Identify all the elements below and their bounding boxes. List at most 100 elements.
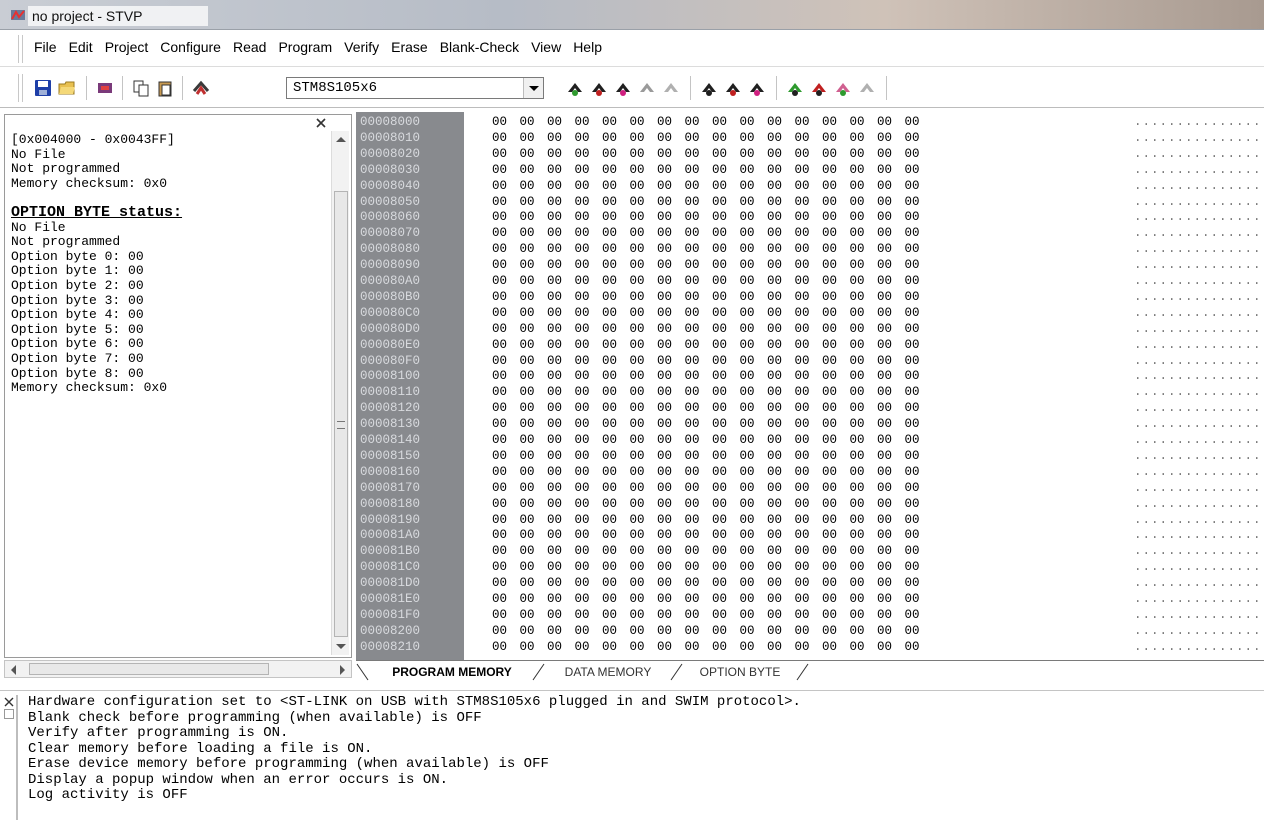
memory-row[interactable]: 00008070 00 00 00 00 00 00 00 00 00 00 00… [356,227,1264,240]
info-panel-hscrollbar[interactable] [4,660,352,678]
memory-row[interactable]: 000080D0 00 00 00 00 00 00 00 00 00 00 00… [356,322,1264,335]
memory-row[interactable]: 00008120 00 00 00 00 00 00 00 00 00 00 00… [356,402,1264,415]
menu-item-blank-check[interactable]: Blank-Check [440,39,519,55]
memory-row[interactable]: 000081E0 00 00 00 00 00 00 00 00 00 00 00… [356,593,1264,606]
memory-row[interactable]: 00008180 00 00 00 00 00 00 00 00 00 00 00… [356,497,1264,510]
menu-item-project[interactable]: Project [105,39,149,55]
menu-item-program[interactable]: Program [278,39,332,55]
memory-bytes[interactable]: 00 00 00 00 00 00 00 00 00 00 00 00 00 0… [492,402,920,415]
memory-bytes[interactable]: 00 00 00 00 00 00 00 00 00 00 00 00 00 0… [492,609,920,622]
memory-row[interactable]: 000081A0 00 00 00 00 00 00 00 00 00 00 00… [356,529,1264,542]
memory-row[interactable]: 00008030 00 00 00 00 00 00 00 00 00 00 00… [356,163,1264,176]
program-option-icon[interactable] [748,79,766,97]
memory-bytes[interactable]: 00 00 00 00 00 00 00 00 00 00 00 00 00 0… [492,116,920,129]
tab-data-memory[interactable]: DATA MEMORY [542,663,674,681]
memory-bytes[interactable]: 00 00 00 00 00 00 00 00 00 00 00 00 00 0… [492,434,920,447]
close-icon[interactable] [4,697,14,707]
memory-bytes[interactable]: 00 00 00 00 00 00 00 00 00 00 00 00 00 0… [492,370,920,383]
memory-bytes[interactable]: 00 00 00 00 00 00 00 00 00 00 00 00 00 0… [492,163,920,176]
memory-bytes[interactable]: 00 00 00 00 00 00 00 00 00 00 00 00 00 0… [492,132,920,145]
memory-row[interactable]: 00008150 00 00 00 00 00 00 00 00 00 00 00… [356,450,1264,463]
memory-bytes[interactable]: 00 00 00 00 00 00 00 00 00 00 00 00 00 0… [492,243,920,256]
read-option-icon[interactable] [614,79,632,97]
memory-bytes[interactable]: 00 00 00 00 00 00 00 00 00 00 00 00 00 0… [492,466,920,479]
chevron-down-icon[interactable] [523,78,543,98]
memory-bytes[interactable]: 00 00 00 00 00 00 00 00 00 00 00 00 00 0… [492,513,920,526]
program-all-icon[interactable] [700,79,718,97]
memory-row[interactable]: 00008040 00 00 00 00 00 00 00 00 00 00 00… [356,179,1264,192]
memory-row[interactable]: 00008000 00 00 00 00 00 00 00 00 00 00 00… [356,116,1264,129]
save-icon[interactable] [34,79,52,97]
menu-item-configure[interactable]: Configure [160,39,221,55]
menubar-grip[interactable] [18,35,23,63]
memory-bytes[interactable]: 00 00 00 00 00 00 00 00 00 00 00 00 00 0… [492,561,920,574]
memory-bytes[interactable]: 00 00 00 00 00 00 00 00 00 00 00 00 00 0… [492,259,920,272]
scroll-left-icon[interactable] [11,665,16,675]
memory-row[interactable]: 000080F0 00 00 00 00 00 00 00 00 00 00 00… [356,354,1264,367]
memory-row[interactable]: 00008010 00 00 00 00 00 00 00 00 00 00 00… [356,132,1264,145]
memory-bytes[interactable]: 00 00 00 00 00 00 00 00 00 00 00 00 00 0… [492,577,920,590]
memory-bytes[interactable]: 00 00 00 00 00 00 00 00 00 00 00 00 00 0… [492,338,920,351]
scroll-up-icon[interactable] [336,137,346,142]
menu-item-read[interactable]: Read [233,39,266,55]
verify-current-icon[interactable] [810,79,828,97]
memory-view[interactable]: 00008000 00 00 00 00 00 00 00 00 00 00 00… [356,112,1264,660]
menu-item-erase[interactable]: Erase [391,39,428,55]
memory-bytes[interactable]: 00 00 00 00 00 00 00 00 00 00 00 00 00 0… [492,545,920,558]
memory-row[interactable]: 000080C0 00 00 00 00 00 00 00 00 00 00 00… [356,307,1264,320]
memory-bytes[interactable]: 00 00 00 00 00 00 00 00 00 00 00 00 00 0… [492,227,920,240]
memory-row[interactable]: 00008140 00 00 00 00 00 00 00 00 00 00 00… [356,434,1264,447]
memory-row[interactable]: 00008060 00 00 00 00 00 00 00 00 00 00 00… [356,211,1264,224]
scroll-down-icon[interactable] [336,644,346,649]
memory-bytes[interactable]: 00 00 00 00 00 00 00 00 00 00 00 00 00 0… [492,211,920,224]
open-icon[interactable] [58,79,76,97]
tab-program-memory[interactable]: PROGRAM MEMORY [368,663,536,681]
memory-row[interactable]: 00008200 00 00 00 00 00 00 00 00 00 00 00… [356,625,1264,638]
memory-row[interactable]: 000081D0 00 00 00 00 00 00 00 00 00 00 00… [356,577,1264,590]
memory-bytes[interactable]: 00 00 00 00 00 00 00 00 00 00 00 00 00 0… [492,307,920,320]
memory-bytes[interactable]: 00 00 00 00 00 00 00 00 00 00 00 00 00 0… [492,322,920,335]
close-icon[interactable] [315,117,327,129]
memory-row[interactable]: 00008170 00 00 00 00 00 00 00 00 00 00 00… [356,481,1264,494]
memory-row[interactable]: 000081B0 00 00 00 00 00 00 00 00 00 00 00… [356,545,1264,558]
menu-item-view[interactable]: View [531,39,561,55]
memory-row[interactable]: 00008020 00 00 00 00 00 00 00 00 00 00 00… [356,148,1264,161]
verify-all-icon[interactable] [786,79,804,97]
memory-bytes[interactable]: 00 00 00 00 00 00 00 00 00 00 00 00 00 0… [492,291,920,304]
memory-row[interactable]: 00008090 00 00 00 00 00 00 00 00 00 00 00… [356,259,1264,272]
scrollbar-thumb[interactable] [334,191,348,637]
read-all-icon[interactable] [566,79,584,97]
menu-item-verify[interactable]: Verify [344,39,379,55]
memory-bytes[interactable]: 00 00 00 00 00 00 00 00 00 00 00 00 00 0… [492,450,920,463]
memory-bytes[interactable]: 00 00 00 00 00 00 00 00 00 00 00 00 00 0… [492,481,920,494]
program-current-icon[interactable] [724,79,742,97]
memory-row[interactable]: 00008190 00 00 00 00 00 00 00 00 00 00 00… [356,513,1264,526]
memory-row[interactable]: 00008100 00 00 00 00 00 00 00 00 00 00 00… [356,370,1264,383]
memory-bytes[interactable]: 00 00 00 00 00 00 00 00 00 00 00 00 00 0… [492,593,920,606]
scroll-right-icon[interactable] [340,665,345,675]
memory-row[interactable]: 000080A0 00 00 00 00 00 00 00 00 00 00 00… [356,275,1264,288]
tab-option-byte[interactable]: OPTION BYTE [680,663,800,681]
memory-row[interactable]: 000080E0 00 00 00 00 00 00 00 00 00 00 00… [356,338,1264,351]
menu-item-help[interactable]: Help [573,39,602,55]
memory-bytes[interactable]: 00 00 00 00 00 00 00 00 00 00 00 00 00 0… [492,148,920,161]
memory-row[interactable]: 000080B0 00 00 00 00 00 00 00 00 00 00 00… [356,291,1264,304]
programmer-icon[interactable] [96,79,114,97]
memory-bytes[interactable]: 00 00 00 00 00 00 00 00 00 00 00 00 00 0… [492,195,920,208]
memory-bytes[interactable]: 00 00 00 00 00 00 00 00 00 00 00 00 00 0… [492,640,920,653]
memory-row[interactable]: 00008080 00 00 00 00 00 00 00 00 00 00 00… [356,243,1264,256]
memory-row[interactable]: 000081C0 00 00 00 00 00 00 00 00 00 00 00… [356,561,1264,574]
memory-row[interactable]: 000081F0 00 00 00 00 00 00 00 00 00 00 00… [356,609,1264,622]
memory-bytes[interactable]: 00 00 00 00 00 00 00 00 00 00 00 00 00 0… [492,529,920,542]
memory-row[interactable]: 00008050 00 00 00 00 00 00 00 00 00 00 00… [356,195,1264,208]
memory-bytes[interactable]: 00 00 00 00 00 00 00 00 00 00 00 00 00 0… [492,497,920,510]
memory-row[interactable]: 00008210 00 00 00 00 00 00 00 00 00 00 00… [356,640,1264,653]
info-panel-scrollbar[interactable] [331,131,349,655]
memory-bytes[interactable]: 00 00 00 00 00 00 00 00 00 00 00 00 00 0… [492,179,920,192]
read-current-icon[interactable] [590,79,608,97]
verify-option-icon[interactable] [834,79,852,97]
menu-item-edit[interactable]: Edit [69,39,93,55]
memory-bytes[interactable]: 00 00 00 00 00 00 00 00 00 00 00 00 00 0… [492,418,920,431]
toolbar-grip[interactable] [18,74,23,102]
hscrollbar-thumb[interactable] [29,663,269,675]
